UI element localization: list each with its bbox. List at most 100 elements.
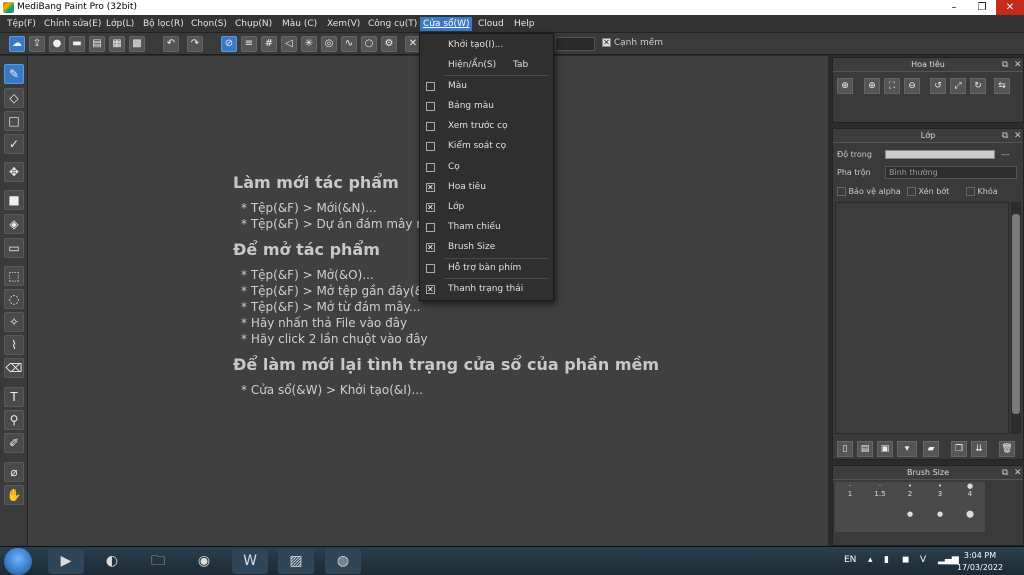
brush-size-cell[interactable]: · 1 — [835, 482, 865, 507]
clipping-option[interactable]: Xén bớt — [907, 187, 949, 196]
fullscreen-icon[interactable]: ⤢ — [950, 78, 966, 94]
add-layer-dropdown-icon[interactable]: ▾ — [897, 441, 917, 457]
chrome-icon[interactable]: ◉ — [186, 549, 222, 574]
brush-size-cell[interactable]: ⬤ — [955, 510, 985, 535]
checkbox[interactable] — [426, 102, 435, 111]
settings-icon[interactable]: ⚙ — [381, 36, 397, 52]
hand-tool-icon[interactable]: ✋ — [4, 485, 24, 505]
menu-item-reference[interactable]: Tham chiếu — [420, 218, 553, 236]
snap-off-icon[interactable]: ⊘ — [221, 36, 237, 52]
brush-size-cell[interactable]: ● 4 — [955, 482, 985, 507]
tray-arrow-icon[interactable]: ▴ — [868, 555, 873, 565]
restore-button[interactable]: ❐ — [968, 0, 996, 15]
menu-item-reset[interactable]: Khởi tạo(I)... — [420, 36, 553, 54]
comment-icon[interactable]: ▬ — [69, 36, 85, 52]
parallel-snap-icon[interactable]: ≡ — [241, 36, 257, 52]
menu-tools[interactable]: Công cụ(T) — [365, 17, 420, 31]
color-app-icon[interactable]: ◍ — [325, 549, 361, 574]
paint-app-icon[interactable]: ◐ — [94, 549, 130, 574]
menu-window[interactable]: Cửa sổ(W) — [420, 17, 473, 31]
checkbox[interactable] — [426, 199, 435, 217]
checkbox[interactable] — [426, 264, 435, 273]
zoom-in-icon[interactable]: ⊕ — [837, 78, 853, 94]
grid-icon[interactable]: ▩ — [129, 36, 145, 52]
blur-tool-icon[interactable]: ✓ — [4, 134, 24, 154]
language-indicator[interactable]: EN — [844, 555, 856, 565]
protect-alpha-option[interactable]: Bảo vệ alpha — [837, 187, 901, 196]
menu-layer[interactable]: Lớp(L) — [103, 17, 137, 31]
menu-edit[interactable]: Chỉnh sửa(E) — [41, 17, 104, 31]
new-halftone-layer-icon[interactable]: ▤ — [857, 441, 873, 457]
zoom-in-2-icon[interactable]: ⊕ — [864, 78, 880, 94]
start-button[interactable] — [4, 548, 32, 575]
toolbar-select[interactable] — [555, 37, 595, 51]
layer-list[interactable] — [835, 202, 1009, 434]
radial-snap-icon[interactable]: ✳ — [301, 36, 317, 52]
grid-snap-icon[interactable]: # — [261, 36, 277, 52]
menu-filter[interactable]: Bộ lọc(R) — [140, 17, 187, 31]
brush-size-cell[interactable]: • 3 — [925, 482, 955, 507]
scrollbar-thumb[interactable] — [1012, 214, 1020, 414]
security-icon[interactable]: ◼ — [902, 555, 909, 565]
undo-icon[interactable]: ↶ — [163, 36, 179, 52]
medibang-taskbar-icon[interactable]: ▨ — [278, 549, 314, 574]
divide-tool-icon[interactable]: ✐ — [4, 433, 24, 453]
new-layer-icon[interactable]: ▯ — [837, 441, 853, 457]
menu-cloud[interactable]: Cloud — [475, 17, 507, 31]
gradient-tool-icon[interactable]: ▭ — [4, 238, 24, 258]
lock-checkbox[interactable] — [966, 187, 975, 196]
lasso-select-icon[interactable]: ◌ — [4, 289, 24, 309]
menu-file[interactable]: Tệp(F) — [4, 17, 39, 31]
menu-item-navigator[interactable]: Hoa tiêu — [420, 178, 553, 197]
magic-wand-icon[interactable]: ✧ — [4, 312, 24, 332]
merge-icon[interactable]: ⇊ — [971, 441, 987, 457]
lock-option[interactable]: Khóa — [966, 187, 998, 196]
dot-tool-icon[interactable]: □ — [4, 111, 24, 131]
brush-size-cell[interactable]: ● — [895, 510, 925, 535]
checkbox[interactable] — [426, 223, 435, 232]
rotate-right-icon[interactable]: ↻ — [970, 78, 986, 94]
brush-size-cell[interactable]: • 2 — [895, 482, 925, 507]
move-tool-icon[interactable]: ✥ — [4, 162, 24, 182]
checkbox[interactable] — [426, 142, 435, 151]
duplicate-icon[interactable]: ❐ — [951, 441, 967, 457]
select-eraser-icon[interactable]: ⌫ — [4, 358, 24, 378]
checkbox[interactable] — [426, 163, 435, 172]
menu-view[interactable]: Xem(V) — [324, 17, 363, 31]
battery-icon[interactable]: ▮ — [884, 555, 889, 565]
popout-icon[interactable]: ⧉ — [1002, 58, 1008, 72]
text-tool-icon[interactable]: T — [4, 387, 24, 407]
antivirus-icon[interactable]: V — [920, 555, 926, 565]
menu-color[interactable]: Màu (C) — [279, 17, 320, 31]
gallery-icon[interactable]: ▦ — [109, 36, 125, 52]
layer-scrollbar[interactable] — [1011, 202, 1021, 434]
fill-rect-tool-icon[interactable]: ■ — [4, 190, 24, 210]
bucket-tool-icon[interactable]: ◈ — [4, 214, 24, 234]
export-icon[interactable]: ⇪ — [29, 36, 45, 52]
media-player-icon[interactable]: ▶ — [48, 549, 84, 574]
menu-item-layer[interactable]: Lớp — [420, 198, 553, 217]
menu-select[interactable]: Chọn(S) — [188, 17, 230, 31]
rotate-left-icon[interactable]: ↺ — [930, 78, 946, 94]
opacity-slider[interactable] — [885, 150, 995, 159]
clock[interactable]: 3:04 PM 17/03/2022 — [950, 550, 1010, 574]
close-icon[interactable]: ✕ — [1014, 129, 1022, 143]
menu-item-brush-preview[interactable]: Xem trước cọ — [420, 117, 553, 135]
menu-item-show-hide[interactable]: Hiện/Ẩn(S) Tab — [420, 56, 553, 74]
menu-item-keyboard-support[interactable]: Hỗ trợ bàn phím — [420, 259, 553, 277]
checkbox[interactable] — [426, 122, 435, 131]
checkbox[interactable] — [426, 281, 435, 299]
menu-item-brush-control[interactable]: Kiểm soát cọ — [420, 137, 553, 155]
protect-alpha-checkbox[interactable] — [837, 187, 846, 196]
close-icon[interactable]: ✕ — [1014, 58, 1022, 72]
word-icon[interactable]: W — [232, 549, 268, 574]
menu-item-brush-size[interactable]: Brush Size — [420, 238, 553, 257]
rect-select-icon[interactable]: ⬚ — [4, 266, 24, 286]
minimize-button[interactable]: – — [940, 0, 968, 15]
flip-icon[interactable]: ⇆ — [994, 78, 1010, 94]
trash-icon[interactable]: 🗑 — [999, 441, 1015, 457]
eyedropper-icon[interactable]: ⌀ — [4, 462, 24, 482]
operation-tool-icon[interactable]: ⚲ — [4, 410, 24, 430]
curve-snap-icon[interactable]: ∿ — [341, 36, 357, 52]
brush-size-cell[interactable]: · 1.5 — [865, 482, 895, 507]
